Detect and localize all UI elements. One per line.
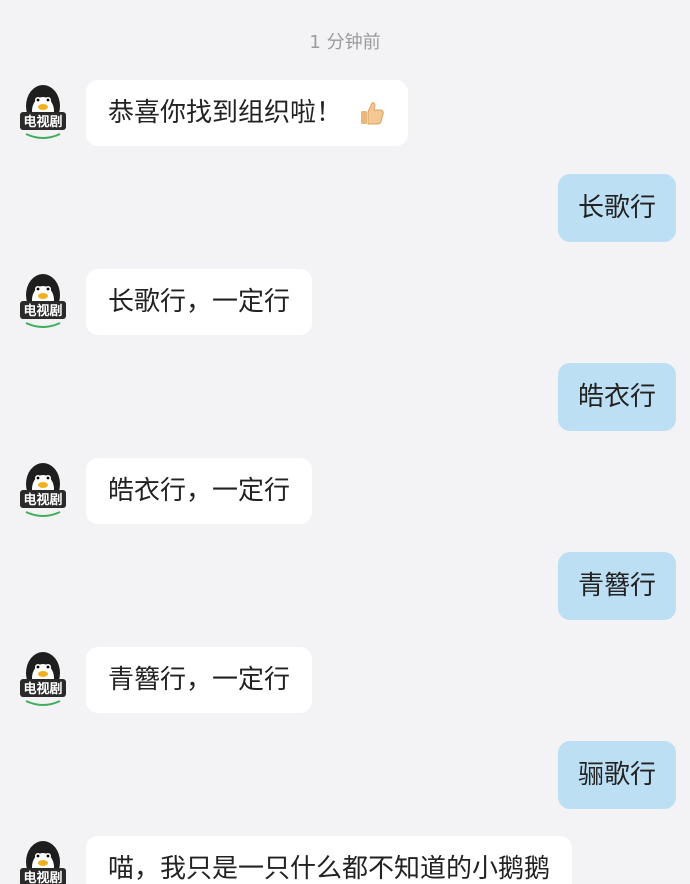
message-text: 青簪行: [577, 571, 656, 601]
message-text: 青簪行，一定行: [108, 665, 291, 695]
penguin-avatar-icon[interactable]: 电视剧: [16, 647, 70, 707]
message-text: 骊歌行: [577, 760, 656, 790]
svg-text:电视剧: 电视剧: [23, 870, 62, 884]
bot-message-bubble: 长歌行，一定行: [86, 269, 313, 335]
svg-text:电视剧: 电视剧: [23, 114, 62, 130]
chat-window: 1 分钟前 电视剧 恭喜你找到组织啦！ 长歌行 电视剧 长歌行，一定行 皓衣行 …: [0, 0, 690, 884]
user-message-bubble: 皓衣行: [557, 363, 676, 431]
message-text: 长歌行: [577, 193, 656, 223]
bot-message-bubble: 青簪行，一定行: [86, 647, 313, 713]
message-text: 长歌行，一定行: [108, 287, 291, 317]
svg-text:电视剧: 电视剧: [23, 303, 62, 319]
message-text: 皓衣行: [577, 382, 656, 412]
user-message-bubble: 青簪行: [557, 552, 676, 620]
penguin-avatar-icon[interactable]: 电视剧: [16, 269, 70, 329]
bot-message-bubble: 喵，我只是一只什么都不知道的小鹅鹅: [86, 836, 573, 884]
user-message-bubble: 骊歌行: [557, 741, 676, 809]
svg-text:电视剧: 电视剧: [23, 681, 62, 697]
svg-text:电视剧: 电视剧: [23, 492, 62, 508]
message-text: 恭喜你找到组织啦！: [108, 98, 343, 128]
message-timestamp: 1 分钟前: [309, 32, 381, 53]
penguin-avatar-icon[interactable]: 电视剧: [16, 458, 70, 518]
user-message-bubble: 长歌行: [557, 174, 676, 242]
penguin-avatar-icon[interactable]: 电视剧: [16, 836, 70, 884]
penguin-avatar-icon[interactable]: 电视剧: [16, 80, 70, 140]
message-text: 皓衣行，一定行: [108, 476, 291, 506]
bot-message-bubble: 恭喜你找到组织啦！: [86, 80, 409, 146]
bot-message-bubble: 皓衣行，一定行: [86, 458, 313, 524]
message-text: 喵，我只是一只什么都不知道的小鹅鹅: [108, 854, 551, 884]
thumbs-up-icon: [361, 102, 384, 125]
